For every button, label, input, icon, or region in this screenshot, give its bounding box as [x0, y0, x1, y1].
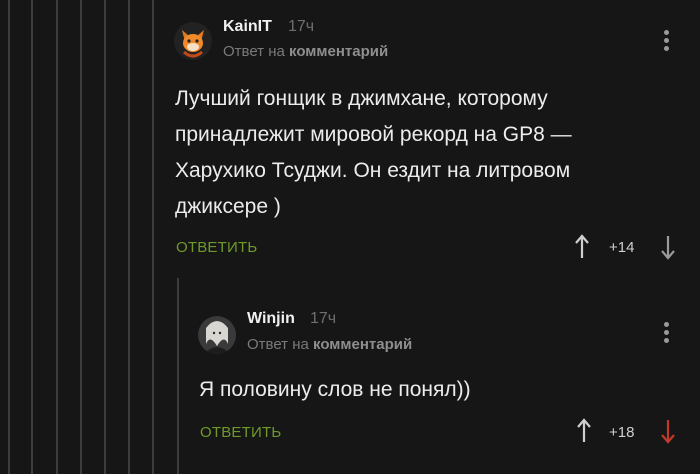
comment-text: Я половину слов не понял))	[199, 372, 679, 408]
reply-to-link[interactable]: комментарий	[313, 336, 412, 353]
comment-text-line: джиксере )	[175, 195, 281, 218]
comment-text-line: Я половину слов не понял))	[199, 378, 471, 401]
avatar[interactable]	[174, 22, 212, 60]
arrow-down-icon[interactable]	[660, 234, 676, 265]
comment-text-line: Харухико Тсуджи. Он ездит на литровом	[175, 159, 571, 182]
author-name[interactable]: KainIT	[223, 18, 272, 36]
arrow-up-icon[interactable]	[574, 234, 590, 265]
comment: Winjin 17ч Ответ на комментарий Я полови…	[0, 280, 700, 474]
comment-text-line: Лучший гонщик в джимхане, которому	[175, 87, 548, 110]
comment-text-line: принадлежит мировой рекорд на GP8 —	[175, 123, 572, 146]
reply-to-prefix: Ответ на	[223, 43, 285, 60]
reply-to-link[interactable]: комментарий	[289, 43, 388, 60]
reply-to-prefix: Ответ на	[247, 336, 309, 353]
comment-time: 17ч	[310, 310, 337, 327]
rating-value: +18	[609, 424, 635, 441]
author-name[interactable]: Winjin	[247, 310, 295, 328]
reply-button[interactable]: ОТВЕТИТЬ	[200, 424, 281, 441]
comment-text: Лучший гонщик в джимхане, которому прина…	[175, 81, 675, 225]
reply-to-line: Ответ на комментарий	[247, 336, 412, 353]
rating-value: +14	[609, 239, 635, 256]
more-options-icon[interactable]	[664, 322, 670, 346]
fox-avatar-icon	[174, 22, 212, 60]
more-options-icon[interactable]	[664, 30, 670, 54]
reply-to-line: Ответ на комментарий	[223, 43, 388, 60]
reply-button[interactable]: ОТВЕТИТЬ	[176, 239, 257, 256]
arrow-up-icon[interactable]	[576, 418, 592, 449]
arrow-down-icon[interactable]	[660, 418, 676, 449]
avatar[interactable]	[198, 316, 236, 354]
comment-time: 17ч	[288, 18, 315, 35]
witcher-avatar-icon	[198, 316, 236, 354]
comment: KainIT 17ч Ответ на комментарий Лучший г…	[0, 0, 700, 270]
